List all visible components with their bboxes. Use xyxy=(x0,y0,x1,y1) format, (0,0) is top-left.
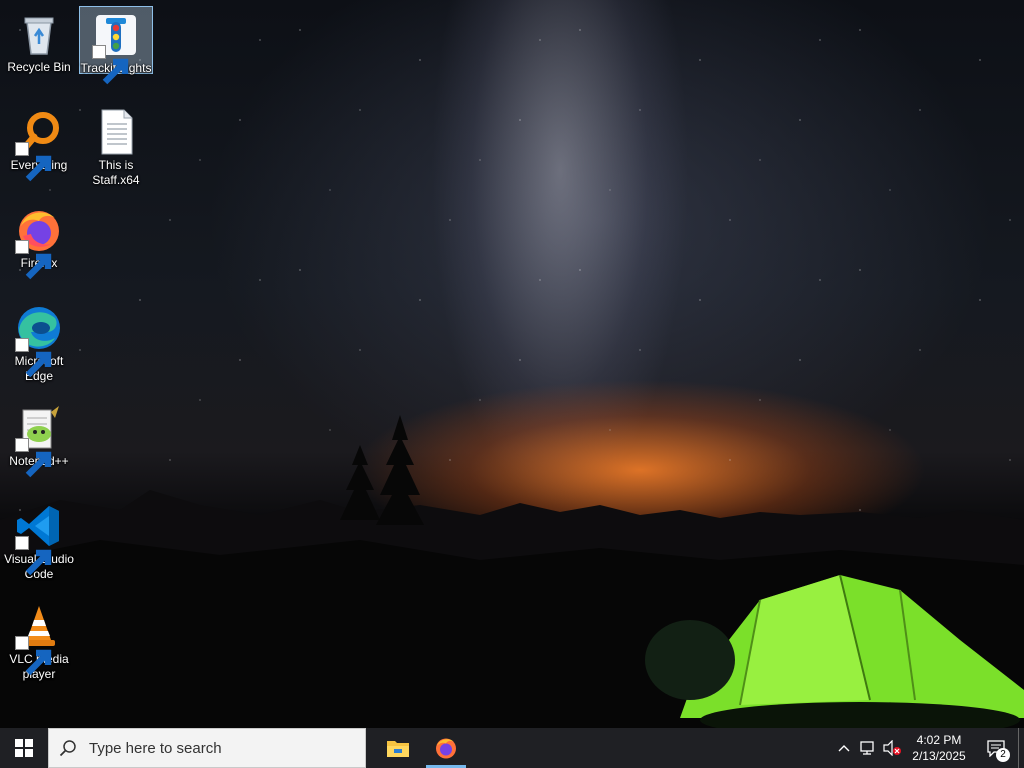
desktop-icon-trackit-lights[interactable]: Trackit Lights xyxy=(79,6,153,85)
desktop-icon-notepad-plus-plus[interactable]: Notepad++ xyxy=(3,400,75,478)
wallpaper-landscape xyxy=(0,415,1024,728)
shortcut-arrow-icon xyxy=(92,45,129,85)
desktop-icon-vlc[interactable]: VLC media player xyxy=(3,598,75,682)
shortcut-arrow-icon xyxy=(15,438,52,478)
desktop-icon-label: This is Staff.x64 xyxy=(92,158,140,187)
taskbar-file-explorer[interactable] xyxy=(374,728,422,768)
firefox-icon xyxy=(436,738,456,759)
edge-icon xyxy=(15,304,63,378)
start-button[interactable] xyxy=(0,728,48,768)
network-button[interactable] xyxy=(856,728,880,768)
desktop-icon-microsoft-edge[interactable]: Microsoft Edge xyxy=(3,300,75,384)
desktop-icon-recycle-bin[interactable]: Recycle Bin xyxy=(3,6,75,75)
taskbar-firefox[interactable] xyxy=(422,728,470,768)
notepad-plus-plus-icon xyxy=(15,404,63,478)
vlc-cone-icon xyxy=(15,602,63,676)
desktop-icon-everything[interactable]: Everything xyxy=(3,104,75,182)
shortcut-arrow-icon xyxy=(15,142,52,182)
taskbar-clock[interactable]: 4:02 PM 2/13/2025 xyxy=(904,732,974,764)
search-icon xyxy=(59,740,76,757)
taskbar-search-box[interactable]: Type here to search xyxy=(48,728,366,768)
volume-button[interactable] xyxy=(880,728,904,768)
action-center-button[interactable]: 2 xyxy=(974,728,1018,768)
traffic-light-icon xyxy=(92,11,140,85)
notification-count-badge: 2 xyxy=(996,748,1010,762)
file-explorer-icon xyxy=(387,741,409,757)
magnifier-icon xyxy=(15,108,63,182)
taskbar: Type here to search 4:02 PM 2/13/2025 2 xyxy=(0,728,1024,768)
text-document-icon xyxy=(92,108,140,156)
desktop-icon-this-is-staff[interactable]: This is Staff.x64 xyxy=(80,104,152,188)
network-icon xyxy=(860,741,874,755)
search-placeholder: Type here to search xyxy=(89,739,222,757)
windows-logo-icon xyxy=(15,739,33,757)
volume-muted-icon xyxy=(883,740,901,756)
firefox-icon xyxy=(15,206,63,280)
chevron-up-icon xyxy=(838,745,850,752)
desktop-icon-label: Recycle Bin xyxy=(7,60,71,74)
recycle-bin-icon xyxy=(15,10,63,58)
clock-date: 2/13/2025 xyxy=(912,749,966,763)
show-hidden-icons-button[interactable] xyxy=(832,728,856,768)
shortcut-arrow-icon xyxy=(15,338,52,378)
clock-time: 4:02 PM xyxy=(916,733,962,747)
shortcut-arrow-icon xyxy=(15,636,52,676)
desktop-icon-firefox[interactable]: Firefox xyxy=(3,202,75,280)
desktop: Recycle Bin Trackit Lights Everything Th… xyxy=(0,0,1024,728)
vscode-icon xyxy=(15,502,63,576)
show-desktop-button[interactable] xyxy=(1018,728,1024,768)
desktop-icon-visual-studio-code[interactable]: Visual Studio Code xyxy=(3,498,75,582)
shortcut-arrow-icon xyxy=(15,536,52,576)
shortcut-arrow-icon xyxy=(15,240,52,280)
system-tray: 4:02 PM 2/13/2025 2 xyxy=(832,728,1024,768)
